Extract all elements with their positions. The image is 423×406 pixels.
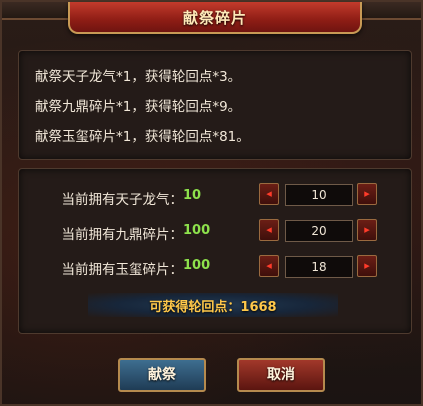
owned-value: 10: [183, 188, 202, 203]
owned-value: 100: [183, 258, 211, 273]
step-left-icon: ◂: [266, 223, 272, 236]
row-label-text: 当前拥有九鼎碎片：: [61, 227, 184, 243]
row-label-text: 当前拥有玉玺碎片：: [61, 262, 184, 278]
row-label-text: 当前拥有天子龙气：: [61, 192, 184, 208]
sacrifice-button[interactable]: 献祭: [118, 358, 206, 392]
step-right-icon: ▸: [364, 259, 370, 272]
dialog-title: 献祭碎片: [182, 8, 247, 27]
increase-button[interactable]: ▸: [357, 255, 377, 277]
step-right-icon: ▸: [364, 223, 370, 236]
step-right-icon: ▸: [364, 187, 370, 200]
frame-corner-left: [2, 2, 68, 20]
info-line: 献祭九鼎碎片*1，获得轮回点*9。: [35, 99, 242, 115]
cancel-button[interactable]: 取消: [237, 358, 325, 392]
decrease-button[interactable]: ◂: [259, 255, 279, 277]
info-panel: 献祭天子龙气*1，获得轮回点*3。 献祭九鼎碎片*1，获得轮回点*9。 献祭玉玺…: [18, 50, 412, 160]
row-label-nine-tripod: 当前拥有九鼎碎片：: [19, 223, 184, 243]
dialog-titlebar: 献祭碎片: [68, 2, 362, 34]
increase-button[interactable]: ▸: [357, 219, 377, 241]
info-line: 献祭天子龙气*1，获得轮回点*3。: [35, 69, 242, 85]
reward-points-text: 可获得轮回点：1668: [149, 299, 277, 315]
step-left-icon: ◂: [266, 187, 272, 200]
quantity-input[interactable]: 10: [285, 184, 353, 206]
dialog-frame: 献祭碎片 献祭天子龙气*1，获得轮回点*3。 献祭九鼎碎片*1，获得轮回点*9。…: [0, 0, 423, 406]
quantity-input[interactable]: 20: [285, 220, 353, 242]
info-line: 献祭玉玺碎片*1，获得轮回点*81。: [35, 129, 250, 145]
step-left-icon: ◂: [266, 259, 272, 272]
row-label-dragon-qi: 当前拥有天子龙气：: [19, 188, 184, 208]
increase-button[interactable]: ▸: [357, 183, 377, 205]
row-label-jade-seal: 当前拥有玉玺碎片：: [19, 258, 184, 278]
decrease-button[interactable]: ◂: [259, 219, 279, 241]
owned-value: 100: [183, 223, 211, 238]
frame-corner-right: [355, 2, 421, 20]
decrease-button[interactable]: ◂: [259, 183, 279, 205]
reward-summary: 可获得轮回点：1668: [88, 293, 338, 317]
quantity-input[interactable]: 18: [285, 256, 353, 278]
